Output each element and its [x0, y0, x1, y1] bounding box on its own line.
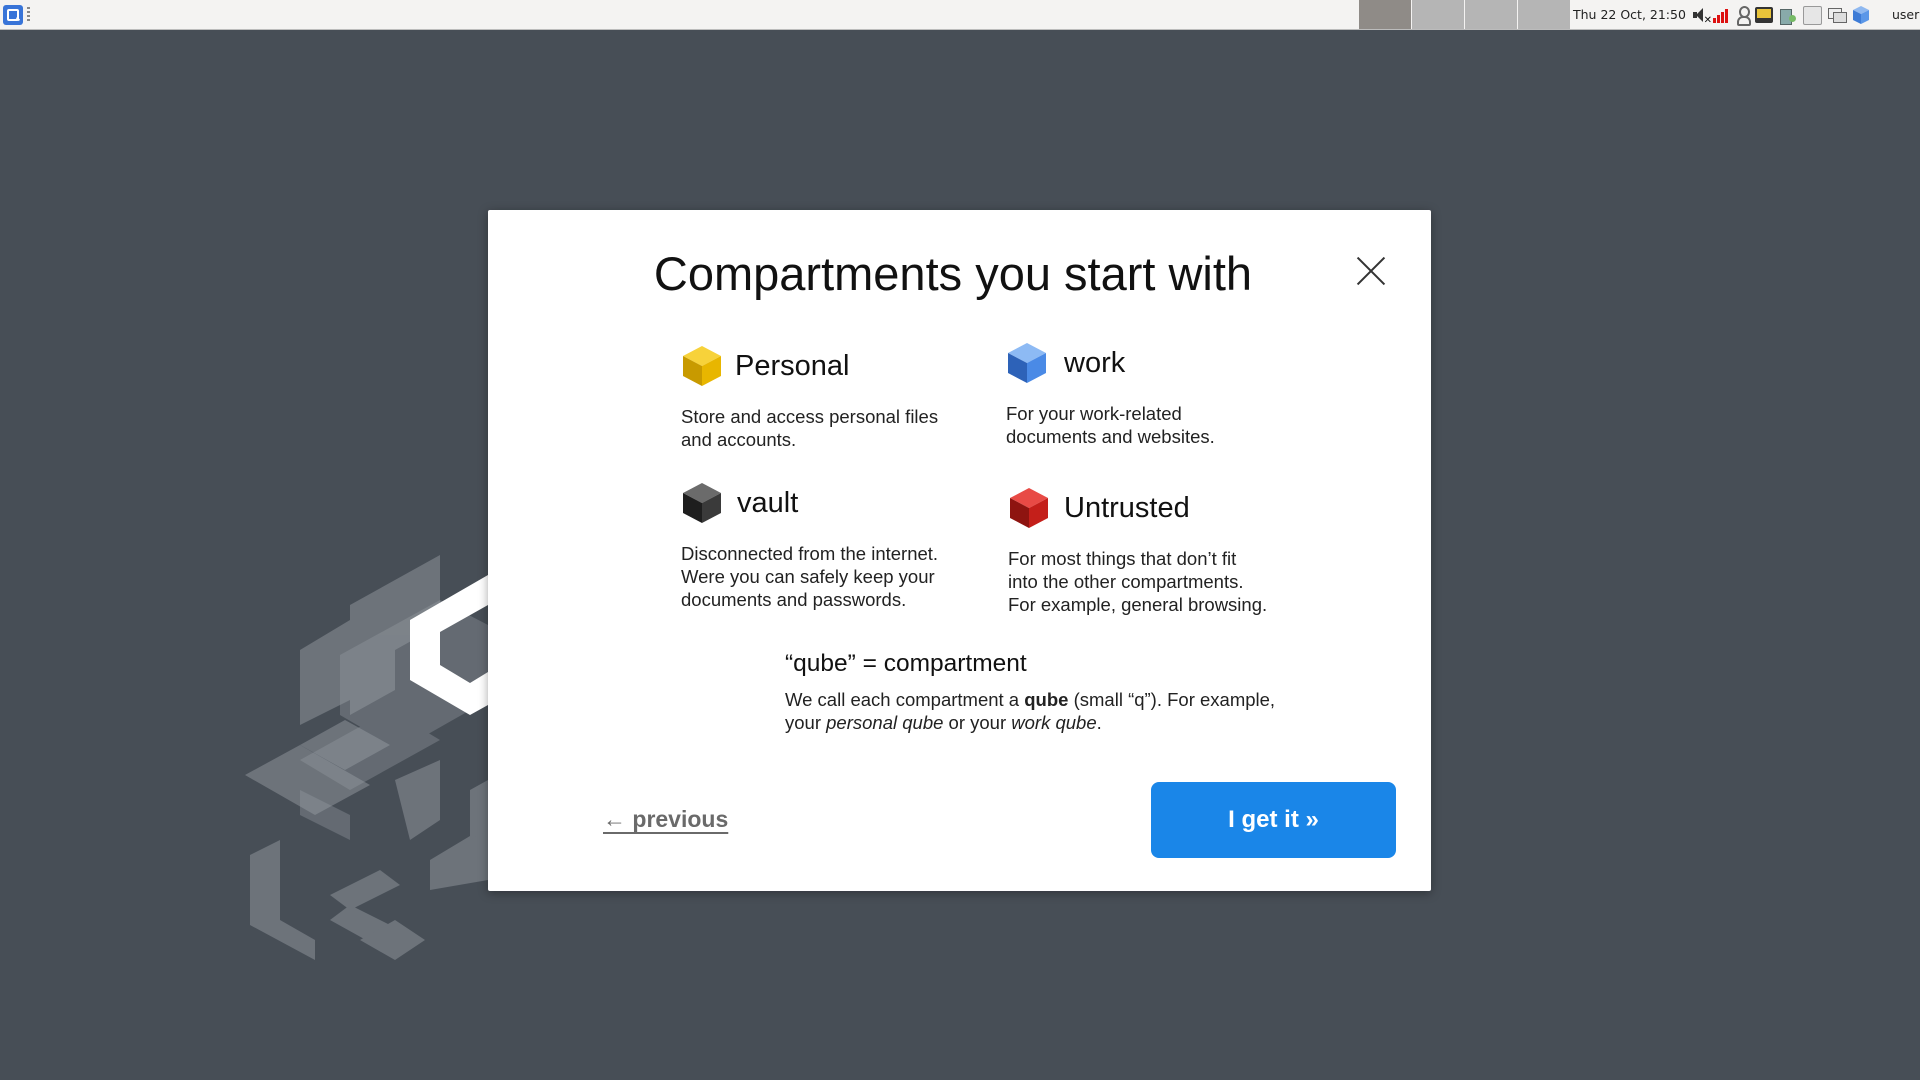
compartment-name: work	[1064, 346, 1126, 379]
black-cube-icon	[683, 483, 721, 523]
compartment-vault: vault Disconnected from the internet. We…	[681, 481, 938, 611]
compartment-work: work For your work-related documents and…	[1006, 341, 1215, 448]
welcome-dialog: Compartments you start with Personal Sto…	[488, 210, 1431, 891]
compartment-personal: Personal Store and access personal files…	[681, 344, 938, 451]
red-cube-icon	[1010, 488, 1048, 528]
compartment-name: Personal	[735, 349, 850, 382]
qube-definition-heading: “qube” = compartment	[785, 650, 1027, 677]
compartment-description: For your work-related documents and webs…	[1006, 403, 1215, 447]
qube-definition-text: We call each compartment a qube (small “…	[785, 689, 1276, 733]
qube-definition: “qube” = compartment We call each compar…	[785, 650, 1285, 734]
compartment-description: Disconnected from the internet. Were you…	[681, 543, 939, 610]
i-get-it-button[interactable]: I get it »	[1151, 782, 1396, 858]
blue-cube-icon	[1008, 343, 1046, 383]
compartment-name: vault	[737, 486, 799, 519]
previous-button[interactable]: ← previous	[603, 806, 728, 833]
close-icon[interactable]	[1348, 247, 1396, 295]
dialog-title: Compartments you start with	[653, 247, 1253, 300]
compartment-name: Untrusted	[1064, 491, 1190, 524]
compartment-untrusted: Untrusted For most things that don’t fit…	[1008, 486, 1267, 616]
compartment-description: For most things that don’t fit into the …	[1008, 548, 1268, 615]
yellow-cube-icon	[683, 346, 721, 386]
compartment-description: Store and access personal files and acco…	[681, 406, 939, 450]
